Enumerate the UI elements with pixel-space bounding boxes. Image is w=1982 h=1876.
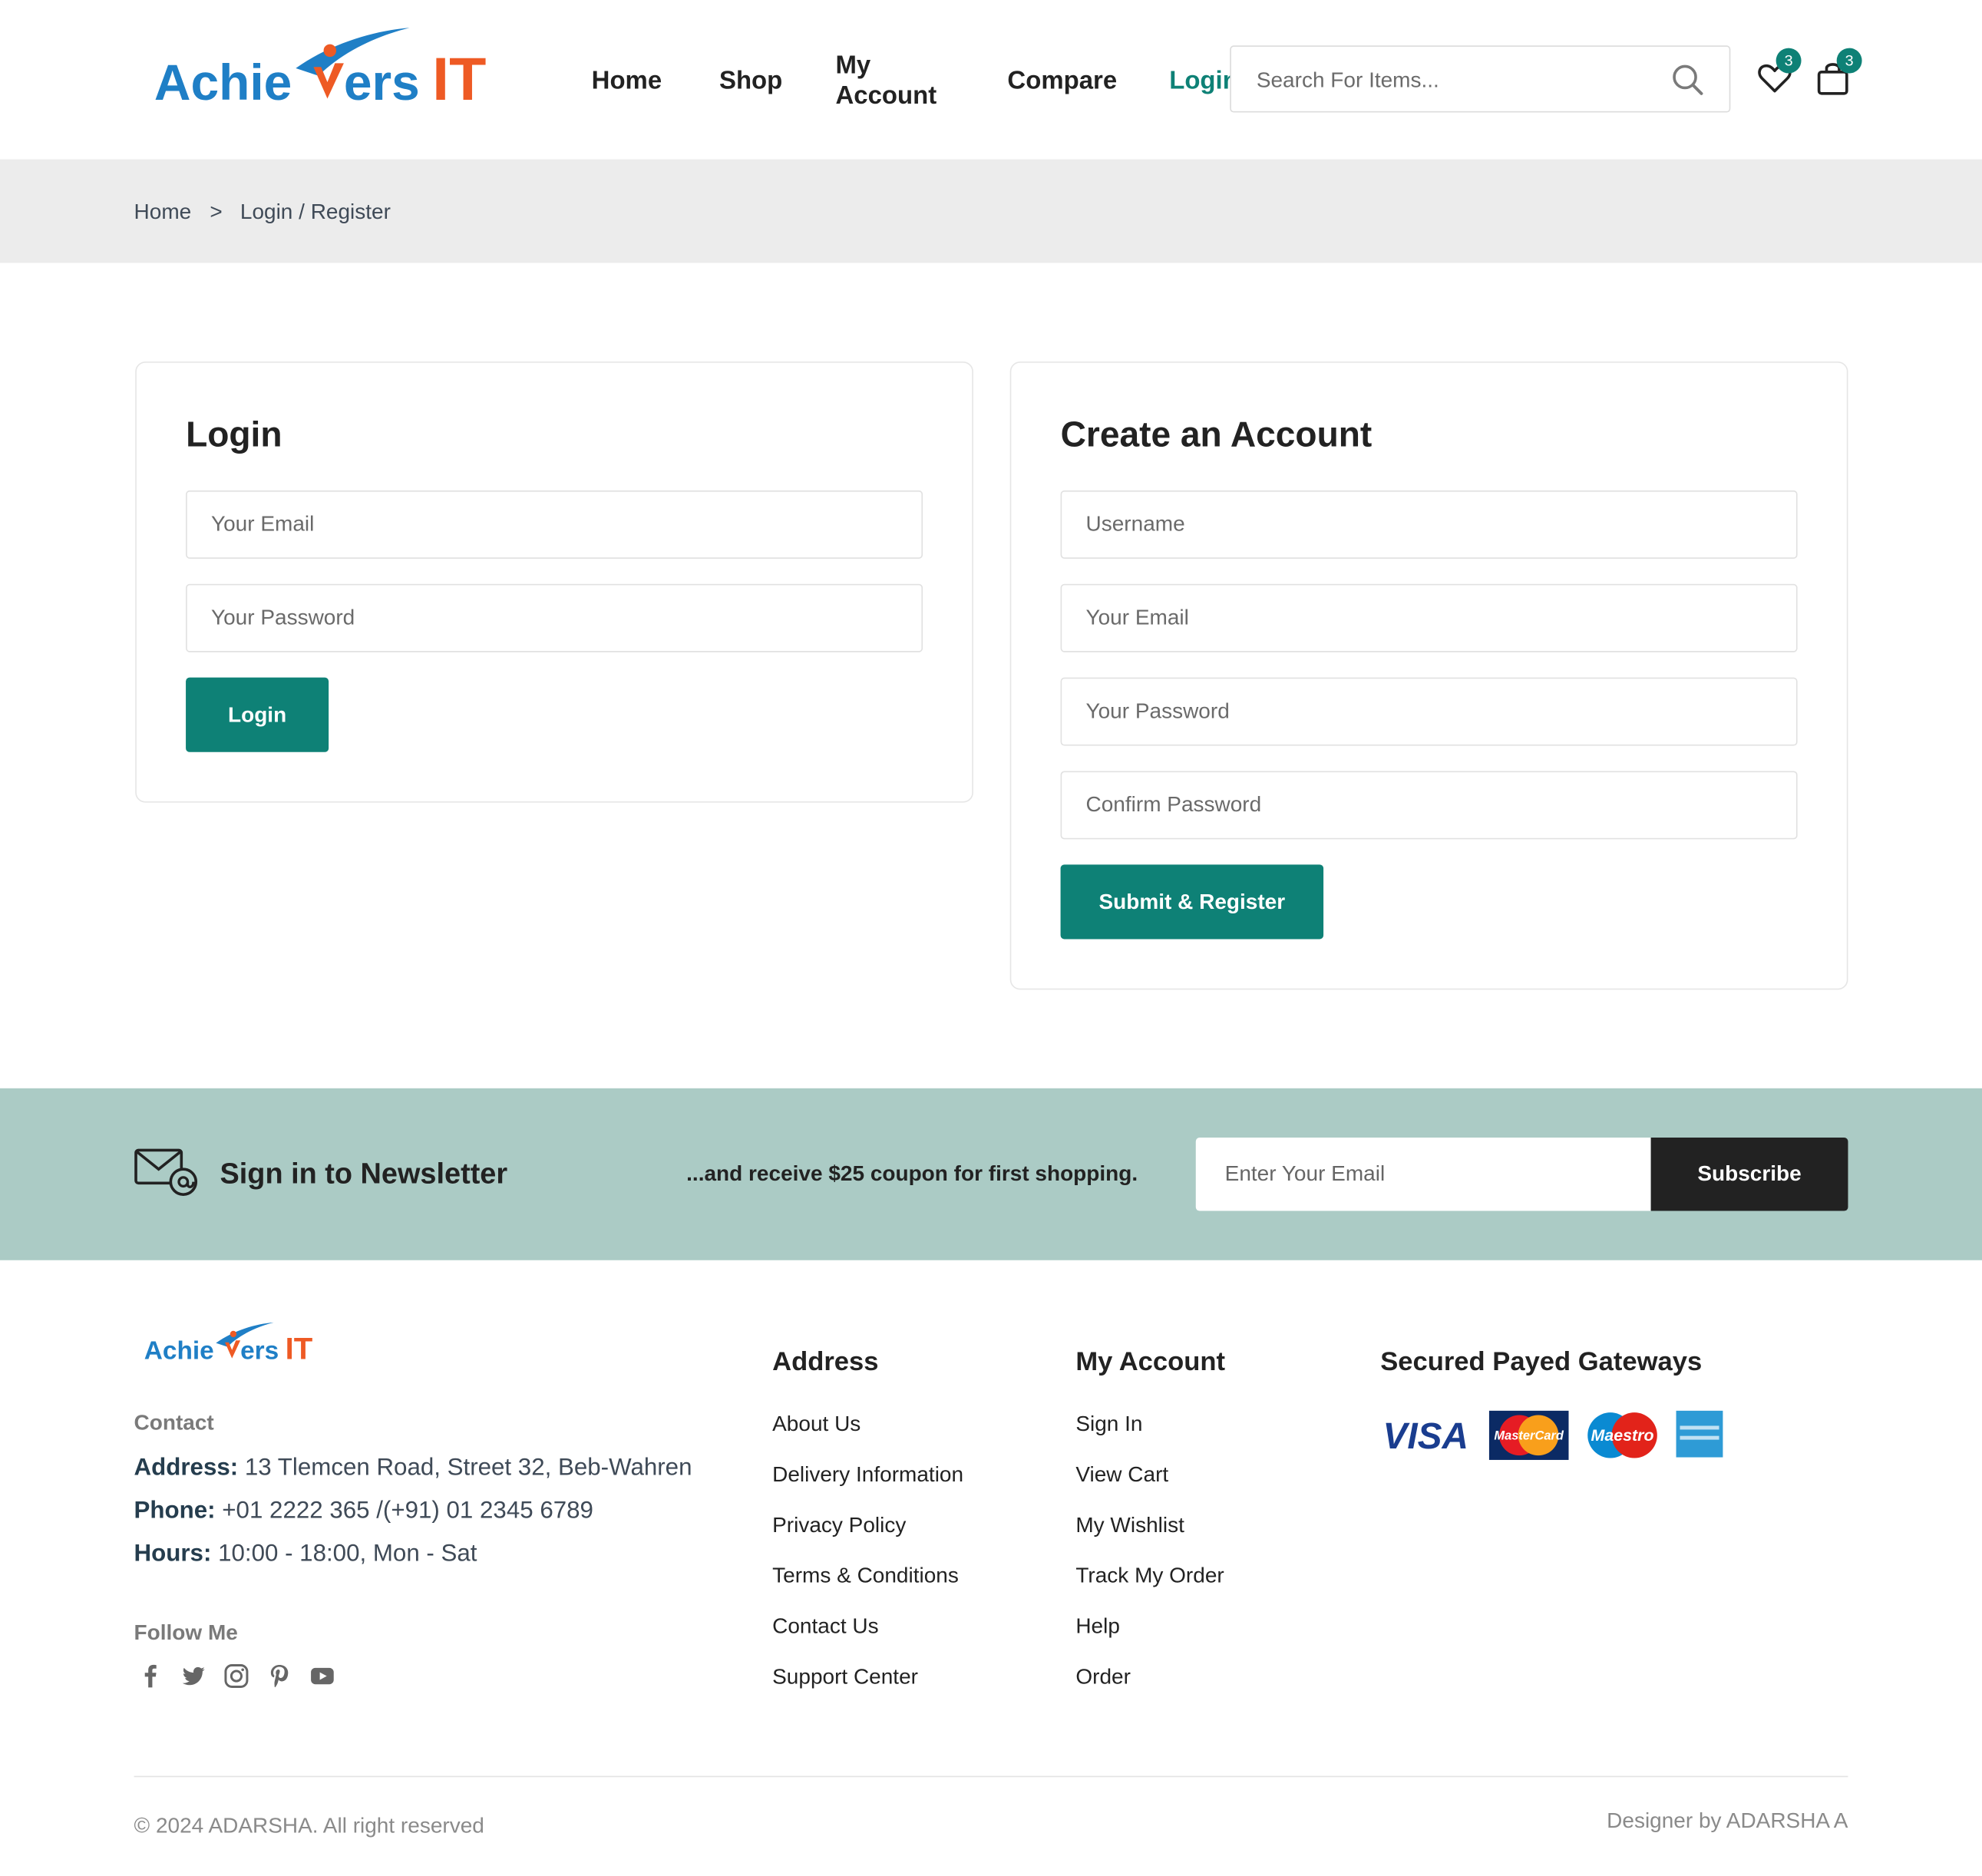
register-username-input[interactable] (1062, 491, 1796, 558)
nav-compare[interactable]: Compare (1007, 66, 1117, 97)
register-password-input[interactable] (1062, 679, 1796, 745)
visa-logo-text: VISA (1382, 1416, 1468, 1457)
address-line: Address: 13 Tlemcen Road, Street 32, Beb… (134, 1455, 692, 1482)
cart-count-badge: 3 (1836, 48, 1862, 74)
facebook-icon[interactable] (137, 1663, 163, 1689)
footer-link-contact-us[interactable]: Contact Us (772, 1614, 878, 1640)
footer-divider (134, 1775, 1848, 1778)
instagram-icon[interactable] (223, 1663, 249, 1689)
register-title: Create an Account (1060, 415, 1373, 454)
breadcrumb-current: Login / Register (239, 200, 391, 224)
footer-link-my-wishlist[interactable]: My Wishlist (1075, 1513, 1184, 1538)
login-password-input[interactable] (187, 585, 922, 652)
login-card: Login Login (135, 361, 973, 803)
footer-logo-text-ers: ers (240, 1337, 279, 1366)
login-title: Login (186, 415, 282, 454)
login-button[interactable]: Login (186, 677, 329, 752)
breadcrumb-home[interactable]: Home (134, 200, 192, 225)
footer-logo-text-it: IT (286, 1333, 313, 1366)
phone-value: +01 2222 365 /(+91) 01 2345 6789 (222, 1498, 593, 1524)
register-email-field (1060, 583, 1798, 652)
mail-at-icon (134, 1148, 198, 1196)
hours-line: Hours: 10:00 - 18:00, Mon - Sat (134, 1541, 477, 1568)
hours-label: Hours: (134, 1541, 212, 1567)
amex-logo-icon (1676, 1410, 1723, 1458)
newsletter-email-input[interactable] (1195, 1138, 1651, 1211)
login-email-input[interactable] (187, 491, 922, 558)
address-label: Address: (134, 1455, 239, 1481)
logo-text-achie: Achie (154, 54, 292, 111)
footer-link-terms-conditions[interactable]: Terms & Conditions (772, 1564, 959, 1589)
register-password-field (1060, 677, 1798, 746)
logo-text-it: IT (432, 45, 486, 113)
footer-link-track-my-order[interactable]: Track My Order (1075, 1564, 1224, 1589)
nav-my-account-line1: My (835, 51, 871, 80)
search-icon[interactable] (1671, 63, 1704, 96)
maestro-logo-text: Maestro (1591, 1426, 1654, 1445)
site-logo[interactable]: Achie ers IT (154, 25, 488, 114)
nav-my-account[interactable]: My Account (835, 51, 936, 111)
footer-link-sign-in[interactable]: Sign In (1075, 1412, 1142, 1437)
footer-link-order[interactable]: Order (1075, 1665, 1131, 1690)
footer-gateways-title: Secured Payed Gateways (1380, 1347, 1703, 1377)
footer-link-privacy-policy[interactable]: Privacy Policy (772, 1513, 906, 1538)
designer-credit: Designer by ADARSHA A (1607, 1808, 1848, 1833)
login-password-field (186, 583, 923, 652)
twitter-icon[interactable] (180, 1663, 206, 1689)
contact-label: Contact (134, 1410, 214, 1435)
address-value: 13 Tlemcen Road, Street 32, Beb-Wahren (244, 1455, 692, 1481)
wishlist-count-badge: 3 (1776, 48, 1802, 74)
footer-account-title: My Account (1075, 1347, 1226, 1377)
footer-link-about-us[interactable]: About Us (772, 1412, 861, 1437)
footer-logo-text-achie: Achie (144, 1337, 214, 1366)
newsletter-email-field (1195, 1138, 1651, 1211)
nav-login[interactable]: Login (1169, 66, 1238, 97)
visa-logo-icon: VISA (1382, 1416, 1468, 1457)
newsletter-title: Sign in to Newsletter (220, 1156, 508, 1190)
register-email-input[interactable] (1062, 585, 1796, 652)
youtube-icon[interactable] (309, 1663, 335, 1689)
footer-address-title: Address (772, 1347, 879, 1377)
footer-link-view-cart[interactable]: View Cart (1075, 1462, 1168, 1488)
nav-shop[interactable]: Shop (719, 66, 782, 97)
register-confirm-field (1060, 771, 1798, 840)
copyright-text: © 2024 ADARSHA. All right reserved (134, 1814, 484, 1838)
footer-logo[interactable]: Achie ers IT (144, 1319, 314, 1368)
logo-text-ers: ers (344, 54, 420, 111)
maestro-logo-icon: Maestro (1587, 1412, 1657, 1458)
follow-label: Follow Me (134, 1620, 238, 1645)
mastercard-logo-icon: MasterCard (1488, 1410, 1569, 1460)
hours-value: 10:00 - 18:00, Mon - Sat (218, 1541, 477, 1567)
footer-link-support-center[interactable]: Support Center (772, 1665, 918, 1690)
register-confirm-input[interactable] (1062, 772, 1796, 838)
breadcrumb: Home > Login / Register (0, 159, 1982, 263)
newsletter-subtitle: ...and receive $25 coupon for first shop… (686, 1161, 1138, 1186)
footer-link-help[interactable]: Help (1075, 1614, 1120, 1640)
register-card: Create an Account Submit & Register (1009, 361, 1848, 990)
submit-register-button[interactable]: Submit & Register (1060, 864, 1324, 940)
search-box (1230, 45, 1731, 114)
register-username-field (1060, 490, 1798, 559)
pinterest-icon[interactable] (266, 1663, 292, 1689)
phone-line: Phone: +01 2222 365 /(+91) 01 2345 6789 (134, 1498, 593, 1525)
mastercard-logo-text: MasterCard (1494, 1429, 1564, 1443)
breadcrumb-separator: > (210, 200, 223, 224)
subscribe-button[interactable]: Subscribe (1650, 1138, 1848, 1211)
search-input[interactable] (1254, 46, 1664, 114)
login-email-field (186, 490, 923, 559)
nav-my-account-line2: Account (835, 82, 937, 111)
phone-label: Phone: (134, 1498, 216, 1524)
footer-link-delivery-information[interactable]: Delivery Information (772, 1462, 963, 1488)
nav-home[interactable]: Home (592, 66, 662, 97)
newsletter-bar: Sign in to Newsletter ...and receive $25… (0, 1088, 1982, 1260)
